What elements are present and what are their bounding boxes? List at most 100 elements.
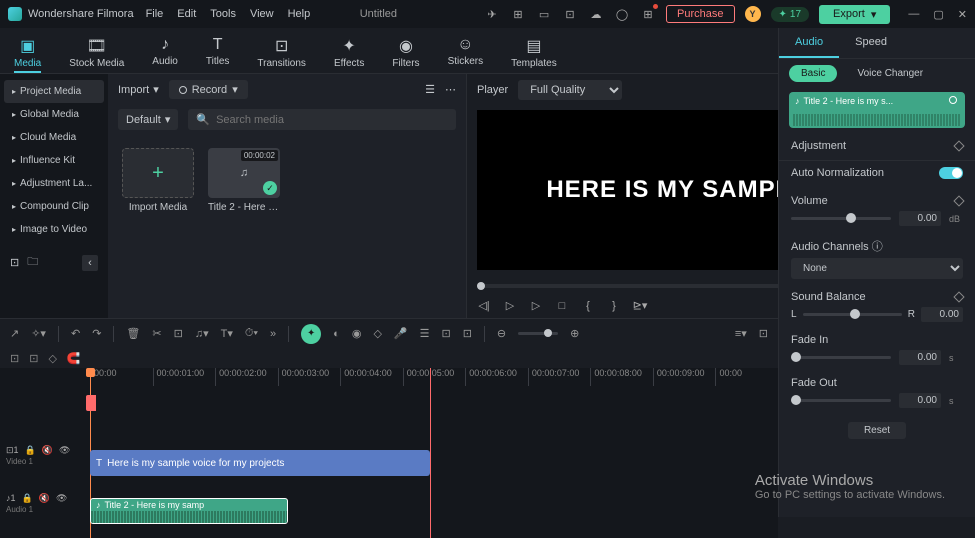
fade-in-slider[interactable] — [791, 356, 891, 359]
marker-icon[interactable]: ◇ — [48, 352, 56, 365]
menu-edit[interactable]: Edit — [177, 8, 196, 20]
marker-tool[interactable]: ⊡ — [441, 327, 450, 340]
tab-effects[interactable]: ✦Effects — [334, 32, 364, 73]
playback-menu[interactable]: ⊵▾ — [633, 299, 647, 312]
reset-button[interactable]: Reset — [848, 422, 906, 439]
search-input[interactable] — [216, 114, 448, 126]
delete-button[interactable]: 🗑 — [126, 327, 140, 340]
snap-icon[interactable]: ⊡ — [10, 352, 19, 365]
view-options[interactable]: ≡▾ — [735, 327, 747, 340]
task-icon[interactable]: ▭ — [536, 6, 552, 22]
play-forward-button[interactable]: ▷ — [529, 299, 543, 312]
props-tab-audio[interactable]: Audio — [779, 28, 839, 58]
export-button[interactable]: Export ▾ — [819, 5, 890, 24]
ai-button[interactable]: ✦ — [301, 324, 321, 344]
tab-stickers[interactable]: ☺Stickers — [448, 32, 484, 73]
undo-button[interactable]: ↶ — [71, 327, 80, 340]
tab-audio[interactable]: ♪Audio — [152, 32, 178, 73]
sidebar-item-compound-clip[interactable]: Compound Clip — [4, 195, 104, 218]
close-button[interactable]: ✕ — [958, 8, 967, 21]
balance-keyframe-icon[interactable] — [953, 291, 964, 302]
volume-slider[interactable] — [791, 217, 891, 220]
tab-transitions[interactable]: ⊡Transitions — [257, 32, 306, 73]
collapse-sidebar-button[interactable]: ‹ — [82, 255, 98, 271]
send-icon[interactable]: ✈ — [484, 6, 500, 22]
keyframe-tool[interactable]: ◉ — [352, 327, 362, 340]
minimize-button[interactable]: — — [908, 8, 919, 21]
play-button[interactable]: ▷ — [503, 299, 517, 312]
tab-templates[interactable]: ▤Templates — [511, 32, 557, 73]
audio-clip[interactable]: ♪Title 2 - Here is my samp — [90, 498, 288, 524]
quality-select[interactable]: Full Quality — [518, 80, 622, 100]
zoom-in-button[interactable]: ⊕ — [570, 327, 579, 340]
zoom-slider[interactable] — [518, 332, 558, 335]
render-tool[interactable]: ⊡ — [463, 327, 472, 340]
import-media-card[interactable]: + Import Media — [122, 148, 194, 213]
mixer-tool[interactable]: ☰ — [420, 327, 430, 340]
menu-view[interactable]: View — [250, 8, 274, 20]
split-button[interactable]: ✂ — [152, 327, 161, 340]
more-tools[interactable]: » — [270, 328, 276, 340]
folder-icon[interactable]: 🗀 — [27, 253, 38, 272]
progress-slider[interactable] — [477, 284, 827, 288]
arrow-tool[interactable]: ↗ — [10, 327, 19, 340]
zoom-out-button[interactable]: ⊖ — [497, 327, 506, 340]
balance-slider[interactable] — [803, 313, 902, 316]
text-tool[interactable]: T▾ — [221, 327, 233, 340]
sidebar-item-project-media[interactable]: Project Media — [4, 80, 104, 103]
link-icon[interactable]: ⊡ — [29, 352, 38, 365]
music-tool[interactable]: ♫▾ — [195, 327, 209, 340]
redo-button[interactable]: ↷ — [92, 327, 101, 340]
speed-tool[interactable]: ⏱▾ — [245, 327, 258, 340]
avatar[interactable]: Y — [745, 6, 761, 22]
volume-value[interactable]: 0.00 — [899, 211, 941, 226]
maximize-button[interactable]: ▢ — [933, 8, 943, 21]
voice-tool[interactable]: 🎤 — [394, 327, 408, 340]
notification-icon[interactable]: ◯ — [614, 6, 630, 22]
mask-tool[interactable]: ◇ — [373, 327, 381, 340]
sidebar-item-influence-kit[interactable]: Influence Kit — [4, 149, 104, 172]
tab-media[interactable]: ▣Media — [14, 32, 41, 73]
track-header-audio[interactable]: ♪1🔒🔇👁 Audio 1 — [0, 488, 90, 518]
sidebar-item-global-media[interactable]: Global Media — [4, 103, 104, 126]
track-header-video[interactable]: ⊡1🔒🔇👁 Video 1 — [0, 440, 90, 470]
apps-icon[interactable]: ⊞ — [640, 6, 656, 22]
keyframe-diamond-icon[interactable] — [953, 140, 964, 151]
color-tool[interactable]: ◐ — [333, 328, 340, 340]
filter-icon[interactable]: ☰ — [425, 83, 435, 96]
credits-badge[interactable]: ✦ 17 — [771, 7, 810, 22]
auto-normalization-toggle[interactable] — [939, 167, 963, 179]
subtab-basic[interactable]: Basic — [789, 65, 837, 82]
select-tool[interactable]: ✧▾ — [31, 327, 46, 340]
tab-filters[interactable]: ◉Filters — [392, 32, 419, 73]
props-tab-speed[interactable]: Speed — [839, 28, 903, 58]
fade-in-value[interactable]: 0.00 — [899, 350, 941, 365]
magnet-icon[interactable]: 🧲 — [67, 352, 81, 365]
menu-help[interactable]: Help — [288, 8, 311, 20]
subtab-voice-changer[interactable]: Voice Changer — [845, 65, 935, 82]
volume-keyframe-icon[interactable] — [953, 195, 964, 206]
audio-channels-select[interactable]: None — [791, 258, 963, 279]
sidebar-item-image-to-video[interactable]: Image to Video — [4, 218, 104, 241]
crop-button[interactable]: ⊡ — [174, 327, 183, 340]
menu-file[interactable]: File — [146, 8, 164, 20]
menu-tools[interactable]: Tools — [210, 8, 236, 20]
video-clip[interactable]: T Here is my sample voice for my project… — [90, 450, 430, 476]
sidebar-item-cloud-media[interactable]: Cloud Media — [4, 126, 104, 149]
record-icon[interactable]: ⊡ — [562, 6, 578, 22]
sort-dropdown[interactable]: Default ▾ — [118, 109, 178, 130]
mark-in-button[interactable]: { — [581, 300, 595, 312]
timeline-ruler[interactable]: 00:00 00:00:01:00 00:00:02:00 00:00:03:0… — [90, 368, 778, 386]
fade-out-value[interactable]: 0.00 — [899, 393, 941, 408]
settings-button[interactable]: ⊡ — [759, 327, 768, 340]
fade-out-slider[interactable] — [791, 399, 891, 402]
purchase-button[interactable]: Purchase — [666, 5, 734, 23]
cloud-icon[interactable]: ☁ — [588, 6, 604, 22]
desktop-icon[interactable]: ⊞ — [510, 6, 526, 22]
tab-titles[interactable]: TTitles — [206, 32, 230, 73]
tab-stock-media[interactable]: 🎞Stock Media — [69, 32, 124, 73]
stop-button[interactable]: □ — [555, 300, 569, 312]
more-icon[interactable]: ⋯ — [445, 83, 456, 96]
sidebar-item-adjustment-layer[interactable]: Adjustment La... — [4, 172, 104, 195]
prev-frame-button[interactable]: ◁| — [477, 299, 491, 312]
